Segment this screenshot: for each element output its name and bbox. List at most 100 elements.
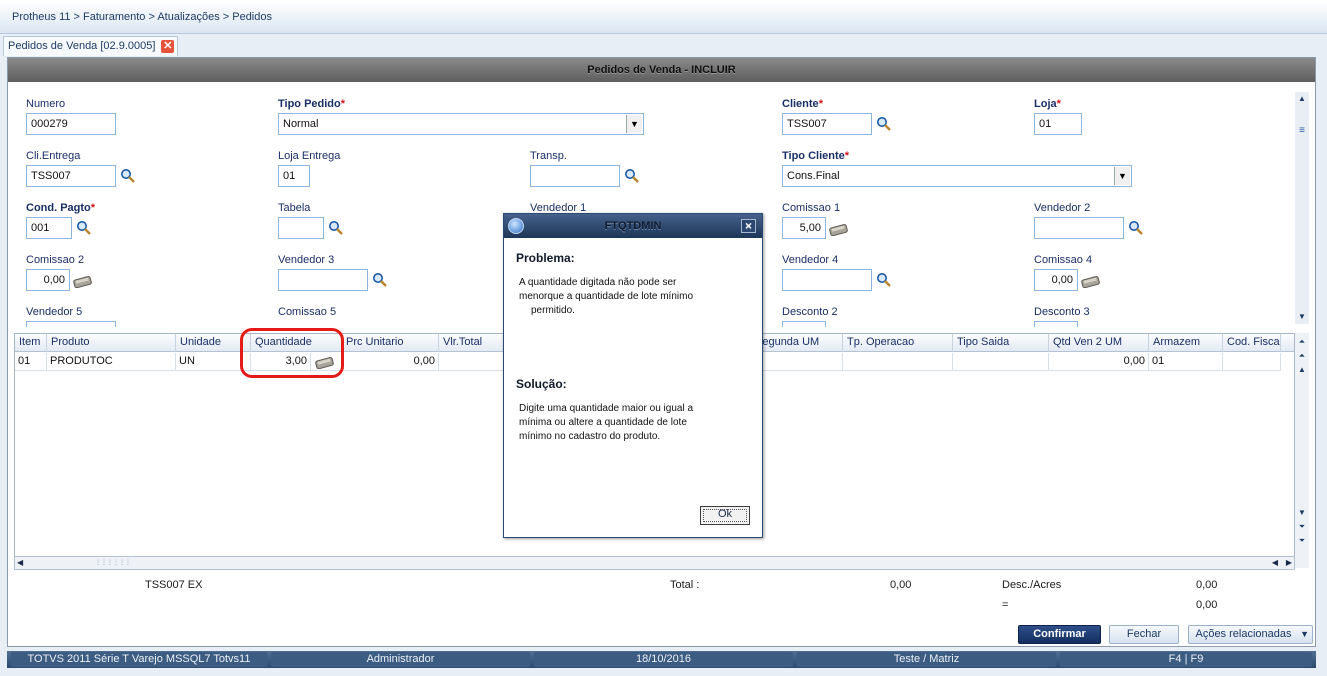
scroll-up-icon[interactable]: ▲: [1295, 363, 1309, 377]
scroll-bottom-icon[interactable]: ⏷: [1295, 534, 1309, 548]
scroll-up-icon[interactable]: ▲: [1295, 92, 1309, 106]
related-actions-button[interactable]: Ações relacionadas ▼: [1188, 625, 1313, 644]
search-icon[interactable]: [76, 220, 92, 236]
error-dialog: FTQTDMIN ✕ Problema: A quantidade digita…: [503, 213, 763, 538]
total-label: Total :: [670, 579, 700, 591]
cond-pagto-label: Cond. Pagto*: [26, 202, 96, 214]
col-segunda-um[interactable]: Segunda UM: [763, 334, 843, 352]
scroll-thumb[interactable]: ≡: [1297, 124, 1307, 138]
search-icon[interactable]: [876, 272, 892, 288]
transp-label: Transp.: [530, 150, 567, 162]
related-actions-label: Ações relacionadas: [1195, 628, 1292, 640]
col-tipo-saida[interactable]: Tipo Saida: [953, 334, 1049, 352]
cell-armazem: 01: [1149, 353, 1223, 371]
col-prc-unitario[interactable]: Prc Unitario: [342, 334, 439, 352]
col-cod-fiscal[interactable]: Cod. Fiscal: [1223, 334, 1281, 352]
vendedor4-input[interactable]: [782, 269, 872, 291]
scroll-page-down-icon[interactable]: ⏷: [1295, 520, 1309, 534]
col-produto[interactable]: Produto: [47, 334, 176, 352]
tipo-cliente-select[interactable]: Cons.Final ▼: [782, 165, 1132, 187]
cell-prc-unitario: 0,00: [342, 353, 439, 371]
status-user: Administrador: [271, 652, 530, 667]
search-icon[interactable]: [120, 168, 136, 184]
col-armazem[interactable]: Armazem: [1149, 334, 1223, 352]
transp-input[interactable]: [530, 165, 620, 187]
tipo-cliente-label: Tipo Cliente*: [782, 150, 850, 162]
comissao2-input[interactable]: 0,00: [26, 269, 70, 291]
cli-entrega-label: Cli.Entrega: [26, 150, 81, 162]
close-icon[interactable]: ✕: [741, 219, 756, 233]
info-icon: [508, 218, 524, 234]
tipo-pedido-select[interactable]: Normal ▼: [278, 113, 644, 135]
cell-tp-operacao: [843, 353, 953, 371]
tab-pedidos-de-venda[interactable]: Pedidos de Venda [02.9.0005] ✕: [3, 36, 179, 56]
desconto3-input[interactable]: [1034, 321, 1078, 327]
solution-text: Digite uma quantidade maior ou igual a m…: [519, 402, 719, 444]
vendedor5-input[interactable]: [26, 321, 116, 327]
ok-button[interactable]: Ok: [700, 506, 750, 525]
col-qtd-ven-2um[interactable]: Qtd Ven 2 UM: [1049, 334, 1149, 352]
search-icon[interactable]: [372, 272, 388, 288]
status-keys: F4 | F9: [1060, 652, 1312, 667]
tipo-cliente-value: Cons.Final: [787, 170, 840, 182]
loja-entrega-label: Loja Entrega: [278, 150, 341, 162]
numero-label: Numero: [26, 98, 66, 110]
scroll-top-icon[interactable]: ⏶: [1295, 335, 1309, 349]
scroll-left-icon[interactable]: ◀: [17, 557, 23, 569]
comissao1-input[interactable]: 5,00: [782, 217, 826, 239]
comissao4-label: Comissao 4: [1034, 254, 1093, 266]
search-icon[interactable]: [876, 116, 892, 132]
scroll-page-up-icon[interactable]: ⏶: [1295, 349, 1309, 363]
search-icon[interactable]: [1128, 220, 1144, 236]
form-scrollbar[interactable]: ▲ ≡ ▼: [1295, 92, 1309, 324]
breadcrumb[interactable]: Protheus 11 > Faturamento > Atualizações…: [12, 11, 272, 23]
col-item[interactable]: Item: [15, 334, 47, 352]
status-bar: TOTVS 2011 Série T Varejo MSSQL7 Totvs11…: [7, 651, 1316, 668]
chevron-down-icon[interactable]: ▼: [1114, 167, 1130, 185]
cliente-label: Cliente*: [782, 98, 823, 110]
chevron-down-icon[interactable]: ▼: [1300, 626, 1309, 643]
calculator-icon[interactable]: [1081, 274, 1101, 288]
scroll-down-icon[interactable]: ▼: [1295, 506, 1309, 520]
vendedor3-input[interactable]: [278, 269, 368, 291]
tipo-pedido-label: Tipo Pedido*: [278, 98, 346, 110]
comissao4-input[interactable]: 0,00: [1034, 269, 1078, 291]
comissao2-label: Comissao 2: [26, 254, 85, 266]
cliente-input[interactable]: TSS007: [782, 113, 872, 135]
desconto3-label: Desconto 3: [1034, 306, 1090, 318]
loja-entrega-input[interactable]: 01: [278, 165, 310, 187]
tabela-label: Tabela: [278, 202, 311, 214]
close-button[interactable]: Fechar: [1109, 625, 1179, 644]
loja-label: Loja*: [1034, 98, 1061, 110]
close-icon[interactable]: ✕: [161, 40, 175, 53]
col-tp-operacao[interactable]: Tp. Operacao: [843, 334, 953, 352]
grid-hscrollbar[interactable]: ◀ ⋮⋮⋮⋮⋮⋮ ◀ ▶: [14, 556, 1295, 570]
calculator-icon[interactable]: [73, 274, 93, 288]
problem-line-1: A quantidade digitada não pode ser: [519, 277, 677, 288]
calculator-icon[interactable]: [829, 222, 849, 236]
top-bar: Protheus 11 > Faturamento > Atualizações…: [0, 0, 1327, 34]
chevron-down-icon[interactable]: ▼: [626, 115, 642, 133]
search-icon[interactable]: [328, 220, 344, 236]
equals-label: =: [1002, 599, 1009, 611]
vendedor4-label: Vendedor 4: [782, 254, 839, 266]
scroll-right-icon[interactable]: ▶: [1286, 557, 1292, 569]
search-icon[interactable]: [624, 168, 640, 184]
vendedor2-input[interactable]: [1034, 217, 1124, 239]
cli-entrega-input[interactable]: TSS007: [26, 165, 116, 187]
desconto2-input[interactable]: [782, 321, 826, 327]
loja-input[interactable]: 01: [1034, 113, 1082, 135]
tabela-input[interactable]: [278, 217, 324, 239]
tab-label: Pedidos de Venda [02.9.0005]: [8, 40, 156, 52]
tipo-pedido-value: Normal: [283, 118, 319, 130]
problem-line-2: menorque a quantidade de lote mínimo: [519, 291, 694, 302]
numero-input[interactable]: 000279: [26, 113, 116, 135]
scroll-down-icon[interactable]: ▼: [1295, 310, 1309, 324]
confirm-button[interactable]: Confirmar: [1018, 625, 1101, 644]
grid-scrollbar[interactable]: ⏶ ⏶ ▲ ▼ ⏷ ⏷: [1295, 333, 1309, 568]
cond-pagto-input[interactable]: 001: [26, 217, 72, 239]
scroll-thumb[interactable]: ⋮⋮⋮⋮⋮⋮: [95, 559, 135, 567]
scroll-left-end-icon[interactable]: ◀: [1272, 557, 1278, 569]
solution-line-2: mínima ou altere a quantidade de lote: [519, 417, 687, 428]
vendedor2-label: Vendedor 2: [1034, 202, 1091, 214]
